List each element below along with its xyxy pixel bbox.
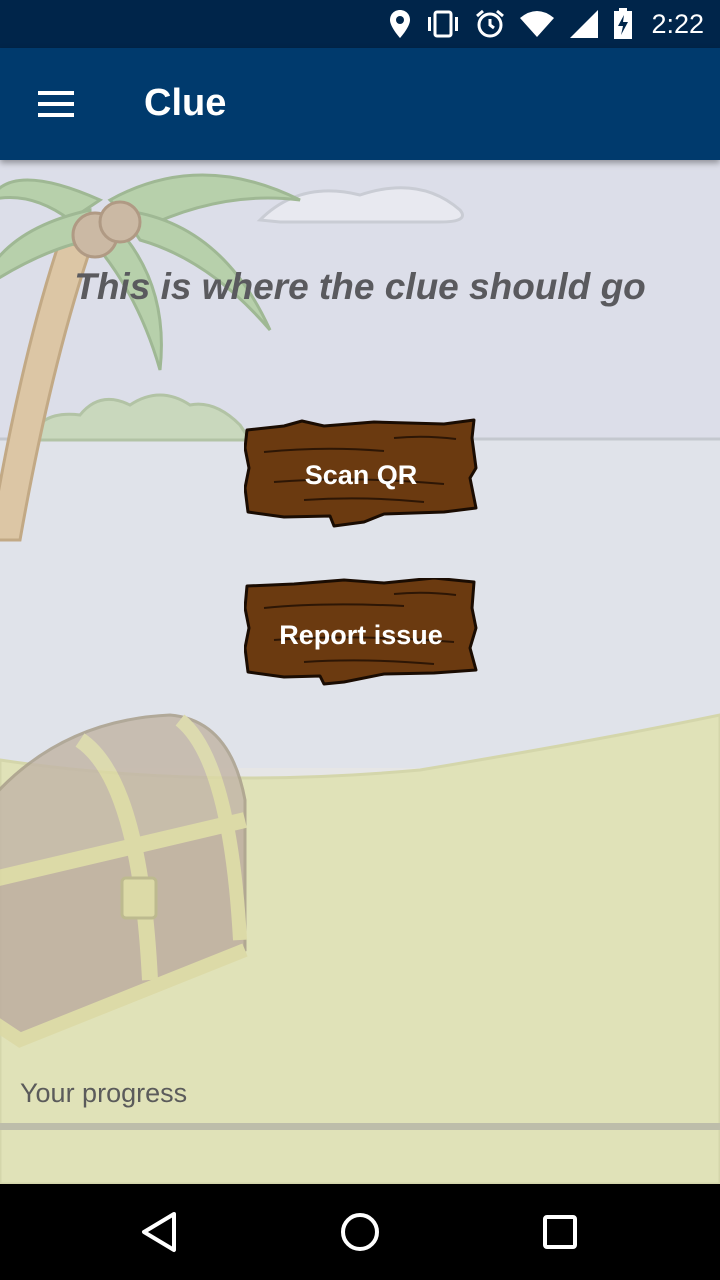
navigation-bar <box>0 1184 720 1280</box>
location-icon <box>389 9 411 39</box>
app-title: Clue <box>144 82 227 124</box>
recents-icon[interactable] <box>536 1208 584 1256</box>
status-bar: 2:22 <box>0 0 720 48</box>
hamburger-menu-icon[interactable] <box>28 82 84 126</box>
scan-qr-label: Scan QR <box>304 459 418 490</box>
alarm-icon <box>475 9 505 39</box>
report-issue-label: Report issue <box>279 619 443 650</box>
status-time: 2:22 <box>651 8 704 39</box>
home-icon[interactable] <box>336 1208 384 1256</box>
wifi-icon <box>519 10 555 38</box>
battery-charging-icon <box>613 8 633 40</box>
progress-bar <box>0 1123 720 1130</box>
progress-label: Your progress <box>20 1078 188 1108</box>
clue-text: This is where the clue should go <box>74 266 646 307</box>
signal-icon <box>569 9 599 39</box>
clue-screen: This is where the clue should go Scan QR… <box>0 160 720 1184</box>
app-bar: Clue <box>0 48 720 160</box>
vibrate-icon <box>425 10 461 38</box>
report-issue-button[interactable]: Report issue <box>244 578 478 692</box>
status-icons: 2:22 <box>389 0 720 48</box>
back-icon[interactable] <box>136 1208 184 1256</box>
scan-qr-button[interactable]: Scan QR <box>244 418 478 532</box>
